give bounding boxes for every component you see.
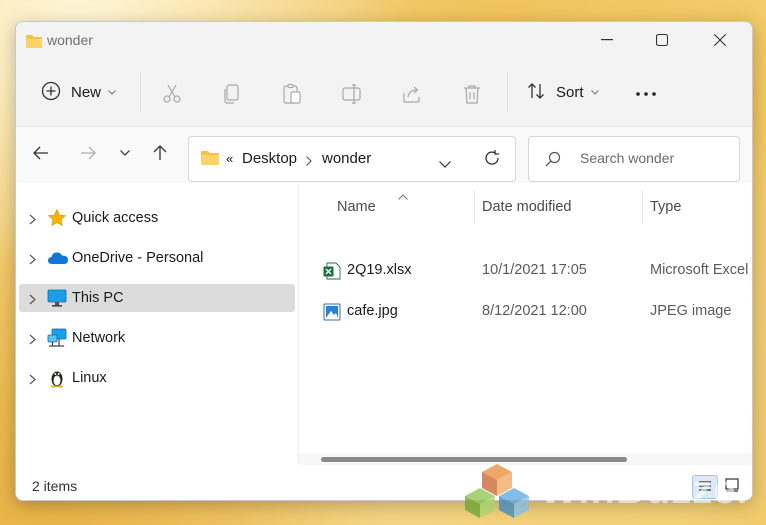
penguin-icon	[47, 368, 67, 388]
sidebar-item-linux[interactable]: Linux	[19, 364, 295, 392]
breadcrumb-wonder[interactable]: wonder	[322, 150, 371, 167]
back-arrow-icon[interactable]	[30, 142, 52, 164]
breadcrumb-overflow[interactable]: «	[226, 151, 233, 166]
chevron-right-icon[interactable]	[29, 332, 36, 348]
search-icon	[545, 151, 561, 170]
toolbar-separator	[507, 72, 508, 112]
file-name: 2Q19.xlsx	[347, 262, 412, 278]
sidebar-item-network[interactable]: Network	[19, 324, 295, 352]
winbuzzer-watermark: WinBuzzer	[462, 460, 762, 522]
sidebar-item-label: Network	[72, 330, 126, 346]
column-header-type[interactable]: Type	[650, 199, 681, 215]
address-bar[interactable]: « Desktop wonder	[188, 136, 516, 182]
close-button[interactable]	[692, 22, 748, 58]
sidebar-item-quick-access[interactable]: Quick access	[19, 204, 295, 232]
navigation-pane: Quick access OneDrive - Personal This PC…	[16, 184, 299, 464]
folder-icon	[200, 150, 220, 169]
sidebar-item-onedrive[interactable]: OneDrive - Personal	[19, 244, 295, 272]
file-name: cafe.jpg	[347, 303, 398, 319]
command-bar: New Sort	[16, 62, 752, 127]
up-arrow-icon[interactable]	[149, 142, 171, 164]
network-icon	[47, 328, 67, 348]
column-header-name[interactable]: Name	[337, 199, 376, 215]
navigation-bar: « Desktop wonder Search wonder	[16, 127, 752, 183]
plus-circle-icon	[41, 81, 61, 104]
column-divider[interactable]	[642, 190, 643, 224]
folder-icon	[25, 34, 43, 52]
new-button[interactable]: New	[41, 72, 116, 112]
file-type: JPEG image	[650, 303, 732, 319]
file-row[interactable]: cafe.jpg 8/12/2021 12:00 JPEG image	[299, 297, 752, 327]
delete-icon[interactable]	[461, 83, 483, 105]
sidebar-item-label: Linux	[72, 370, 107, 386]
breadcrumb-desktop[interactable]: Desktop	[242, 150, 297, 167]
toolbar-separator	[140, 72, 141, 112]
item-count: 2 items	[32, 478, 78, 494]
search-box[interactable]: Search wonder	[528, 136, 740, 182]
forward-arrow-icon[interactable]	[77, 142, 99, 164]
title-bar: wonder	[16, 22, 752, 62]
sidebar-item-label: This PC	[72, 290, 124, 306]
watermark-text: WinBuzzer	[540, 468, 754, 512]
minimize-button[interactable]	[579, 22, 635, 58]
file-row[interactable]: 2Q19.xlsx 10/1/2021 17:05 Microsoft Exce…	[299, 256, 752, 286]
rename-icon[interactable]	[341, 83, 363, 105]
sidebar-item-this-pc[interactable]: This PC	[19, 284, 295, 312]
new-label: New	[71, 83, 102, 101]
chevron-right-icon[interactable]	[29, 372, 36, 388]
file-explorer-window: wonder New Sort « Desktop wonder Search …	[15, 21, 753, 501]
excel-file-icon	[323, 262, 341, 280]
sidebar-item-label: OneDrive - Personal	[72, 250, 204, 266]
column-header-date-modified[interactable]: Date modified	[482, 199, 571, 215]
sort-button[interactable]: Sort	[526, 72, 599, 112]
monitor-icon	[47, 288, 67, 308]
chevron-right-icon[interactable]	[29, 292, 36, 308]
chevron-down-icon	[590, 87, 599, 98]
cloud-icon	[47, 248, 68, 268]
star-icon	[47, 208, 67, 228]
sort-ascending-icon	[398, 187, 408, 203]
more-dots-icon	[634, 84, 658, 100]
column-divider[interactable]	[474, 190, 475, 224]
search-placeholder: Search wonder	[580, 150, 675, 166]
file-date-modified: 10/1/2021 17:05	[482, 262, 587, 278]
file-type: Microsoft Excel	[650, 262, 749, 278]
sort-label: Sort	[556, 83, 584, 101]
sidebar-item-label: Quick access	[72, 210, 159, 226]
file-list: Name Date modified Type 2Q19.xlsx 10/1/2…	[299, 184, 752, 464]
file-date-modified: 8/12/2021 12:00	[482, 303, 587, 319]
refresh-icon[interactable]	[483, 149, 501, 170]
share-icon[interactable]	[401, 83, 423, 105]
image-file-icon	[323, 303, 341, 321]
copy-icon[interactable]	[221, 83, 243, 105]
maximize-button[interactable]	[634, 22, 690, 58]
winbuzzer-logo-icon	[462, 462, 532, 523]
breadcrumb-separator-icon	[306, 153, 312, 169]
chevron-down-icon	[108, 87, 116, 98]
chevron-right-icon[interactable]	[29, 212, 36, 228]
window-title: wonder	[47, 32, 93, 48]
paste-icon[interactable]	[281, 83, 303, 105]
recent-locations-chevron-icon[interactable]	[114, 142, 136, 164]
cut-icon[interactable]	[161, 83, 183, 105]
address-history-chevron-icon[interactable]	[439, 155, 451, 171]
sort-arrows-icon	[526, 81, 546, 104]
more-options-button[interactable]	[634, 72, 658, 112]
chevron-right-icon[interactable]	[29, 252, 36, 268]
